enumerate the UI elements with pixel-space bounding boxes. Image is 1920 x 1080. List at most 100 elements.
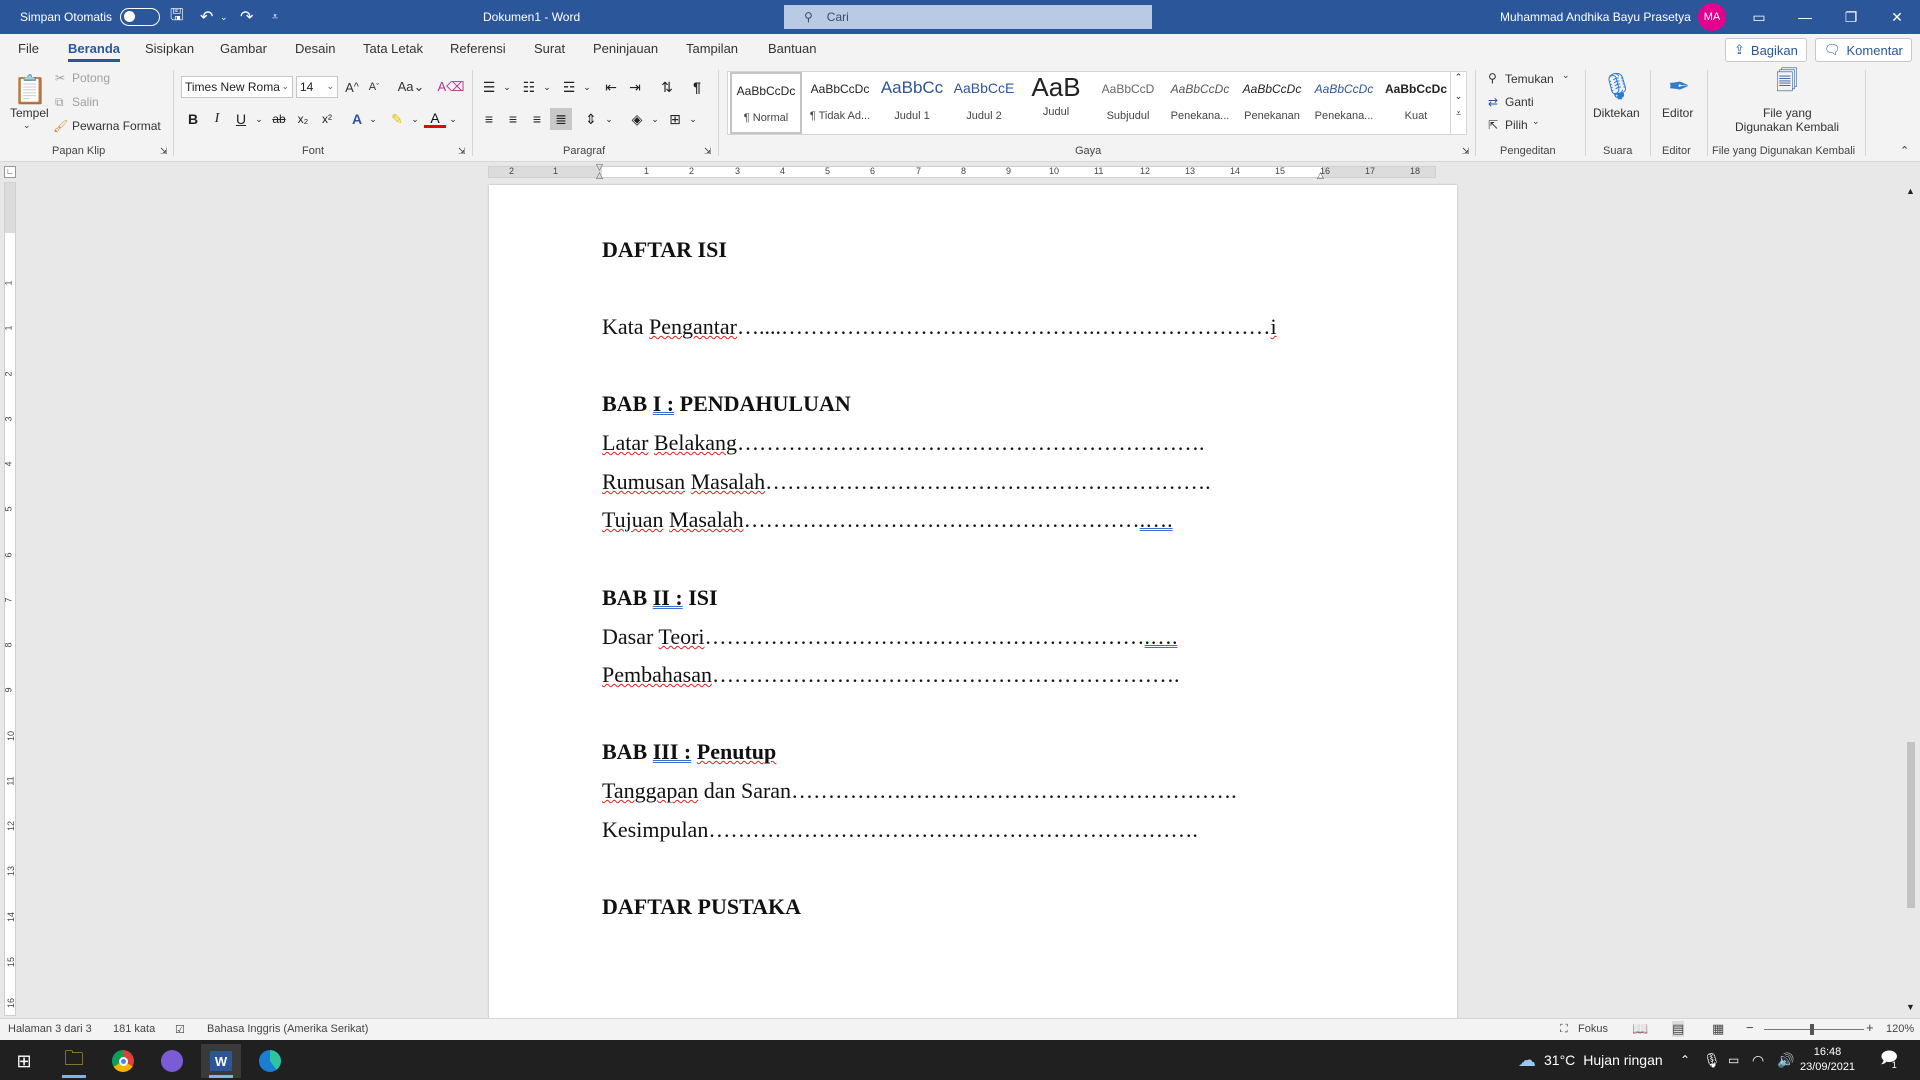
tab-sisipkan[interactable]: Sisipkan: [145, 41, 194, 56]
chevron-down-icon[interactable]: ⌄: [1451, 91, 1466, 102]
print-layout-icon[interactable]: ▤: [1672, 1021, 1685, 1037]
microphone-tray-icon[interactable]: 🎙: [1703, 1040, 1721, 1080]
ribbon-display-options-icon[interactable]: ▭: [1736, 0, 1782, 34]
tab-selector-icon[interactable]: ∟: [4, 166, 16, 178]
file-explorer-icon[interactable]: 🗀: [54, 1044, 94, 1078]
numbering-dropdown-icon[interactable]: ⌄: [536, 76, 558, 98]
tab-tampilan[interactable]: Tampilan: [686, 41, 738, 56]
line-spacing-dropdown-icon[interactable]: ⌄: [598, 108, 620, 130]
replace-button[interactable]: Ganti: [1505, 95, 1534, 109]
tab-referensi[interactable]: Referensi: [450, 41, 506, 56]
increase-indent-icon[interactable]: ⇥: [624, 76, 646, 98]
scrollbar-thumb[interactable]: [1907, 742, 1915, 908]
tab-surat[interactable]: Surat: [534, 41, 565, 56]
find-button[interactable]: Temukan: [1505, 72, 1554, 86]
font-launcher-icon[interactable]: ⇲: [458, 146, 466, 157]
format-painter-icon[interactable]: 🖌: [53, 119, 68, 133]
minimize-icon[interactable]: —: [1782, 0, 1828, 34]
hanging-indent-marker[interactable]: △: [596, 170, 603, 181]
paste-button-label[interactable]: Tempel: [10, 106, 49, 120]
sort-icon[interactable]: ⇅: [656, 76, 678, 98]
bullets-dropdown-icon[interactable]: ⌄: [496, 76, 518, 98]
highlight-dropdown-icon[interactable]: ⌄: [404, 108, 426, 130]
wifi-icon[interactable]: ◠: [1752, 1040, 1764, 1080]
find-icon[interactable]: ⚲: [1488, 71, 1497, 85]
read-mode-icon[interactable]: 📖: [1632, 1021, 1648, 1037]
restore-icon[interactable]: ❐: [1828, 0, 1874, 34]
editor-button[interactable]: Editor: [1662, 106, 1693, 120]
style-title[interactable]: AaB Judul: [1020, 72, 1092, 134]
decrease-indent-icon[interactable]: ⇤: [600, 76, 622, 98]
shading-dropdown-icon[interactable]: ⌄: [644, 108, 666, 130]
close-icon[interactable]: ✕: [1874, 0, 1920, 34]
zoom-in-icon[interactable]: +: [1866, 1020, 1874, 1035]
weather-widget[interactable]: ☁ 31°C Hujan ringan: [1518, 1040, 1663, 1080]
tab-bantuan[interactable]: Bantuan: [768, 41, 816, 56]
focus-mode-button[interactable]: Fokus: [1578, 1023, 1608, 1035]
subscript-icon[interactable]: x₂: [292, 108, 314, 130]
word-app-icon[interactable]: W: [201, 1044, 241, 1078]
chevron-up-icon[interactable]: ⌃: [1451, 72, 1466, 83]
zoom-slider[interactable]: [1764, 1029, 1864, 1030]
undo-icon[interactable]: ↶: [200, 0, 213, 34]
page-count[interactable]: Halaman 3 dari 3: [8, 1023, 92, 1035]
show-hidden-icons-icon[interactable]: ⌃: [1680, 1040, 1690, 1080]
text-effects-dropdown-icon[interactable]: ⌄: [362, 108, 384, 130]
more-styles-icon[interactable]: ⩡: [1451, 108, 1466, 119]
editor-pen-icon[interactable]: ✒: [1662, 68, 1696, 104]
share-button[interactable]: ⇪ Bagikan: [1725, 38, 1807, 62]
clipboard-launcher-icon[interactable]: ⇲: [160, 146, 168, 157]
language-indicator[interactable]: Bahasa Inggris (Amerika Serikat): [207, 1023, 368, 1035]
tab-desain[interactable]: Desain: [295, 41, 335, 56]
show-marks-icon[interactable]: ¶: [686, 76, 708, 98]
clear-formatting-icon[interactable]: A⌫: [437, 76, 464, 98]
select-dropdown-icon[interactable]: ⌄: [1532, 116, 1540, 127]
shrink-font-icon[interactable]: Aˇ: [364, 76, 384, 98]
align-center-icon[interactable]: ≡: [502, 108, 524, 130]
cut-button[interactable]: Potong: [72, 71, 110, 85]
style-normal[interactable]: AaBbCcDc ¶ Normal: [730, 72, 802, 134]
replace-icon[interactable]: ⇄: [1488, 95, 1498, 109]
style-no-spacing[interactable]: AaBbCcDc ¶ Tidak Ad...: [804, 72, 876, 134]
multilevel-dropdown-icon[interactable]: ⌄: [576, 76, 598, 98]
proofing-icon[interactable]: ☑: [175, 1023, 185, 1036]
reuse-files-button-line1[interactable]: File yang: [1763, 106, 1812, 120]
change-case-icon[interactable]: Aa⌄: [396, 76, 426, 98]
web-layout-icon[interactable]: ▦: [1712, 1021, 1724, 1037]
reuse-files-button-line2[interactable]: Digunakan Kembali: [1735, 120, 1839, 134]
superscript-icon[interactable]: x²: [316, 108, 338, 130]
horizontal-ruler[interactable]: ▽ △ △ 2 1 1 2 3 4 5 6 7 8 9 10 11 12 13 …: [488, 162, 1436, 181]
vertical-ruler[interactable]: 1 1 2 3 4 5 6 7 8 9 10 11 12 13 14 15 16: [4, 182, 16, 1016]
scroll-up-icon[interactable]: ▲: [1906, 186, 1915, 196]
justify-icon[interactable]: ≣: [550, 108, 572, 130]
tab-gambar[interactable]: Gambar: [220, 41, 267, 56]
word-count[interactable]: 181 kata: [113, 1023, 155, 1035]
tab-file[interactable]: File: [18, 41, 39, 56]
notification-icon[interactable]: 🗩 1: [1880, 1040, 1898, 1080]
document-page[interactable]: DAFTAR ISI Kata Pengantar…....……………………………: [489, 185, 1457, 1018]
copy-button[interactable]: Salin: [72, 95, 99, 109]
microphone-icon[interactable]: 🎙: [1600, 68, 1634, 104]
scroll-down-icon[interactable]: ▼: [1906, 1002, 1915, 1012]
borders-dropdown-icon[interactable]: ⌄: [682, 108, 704, 130]
paste-dropdown-icon[interactable]: ⌄: [23, 120, 31, 131]
volume-icon[interactable]: 🔊: [1777, 1040, 1794, 1080]
underline-dropdown-icon[interactable]: ⌄: [248, 108, 270, 130]
select-icon[interactable]: ⇱: [1488, 118, 1498, 132]
paragraph-launcher-icon[interactable]: ⇲: [704, 146, 712, 157]
find-dropdown-icon[interactable]: ⌄: [1562, 70, 1570, 81]
edge-icon[interactable]: [250, 1044, 290, 1078]
copy-icon[interactable]: ⧉: [55, 95, 64, 110]
style-strong[interactable]: AaBbCcDc Kuat: [1380, 72, 1452, 134]
vertical-scrollbar[interactable]: ▲ ▼: [1902, 182, 1920, 1018]
battery-icon[interactable]: ▭: [1728, 1040, 1739, 1080]
style-subtitle[interactable]: AaBbCcD Subjudul: [1092, 72, 1164, 134]
save-icon[interactable]: 🖫: [170, 0, 184, 34]
zoom-slider-handle[interactable]: [1810, 1024, 1814, 1035]
focus-icon[interactable]: ⛶: [1560, 1023, 1568, 1036]
collapse-ribbon-icon[interactable]: ⌃: [1900, 144, 1909, 157]
style-subtle-emphasis[interactable]: AaBbCcDc Penekana...: [1164, 72, 1236, 134]
tab-tata-letak[interactable]: Tata Letak: [363, 41, 423, 56]
style-intense-emphasis[interactable]: AaBbCcDc Penekana...: [1308, 72, 1380, 134]
style-heading-1[interactable]: AaBbCc Judul 1: [876, 72, 948, 134]
